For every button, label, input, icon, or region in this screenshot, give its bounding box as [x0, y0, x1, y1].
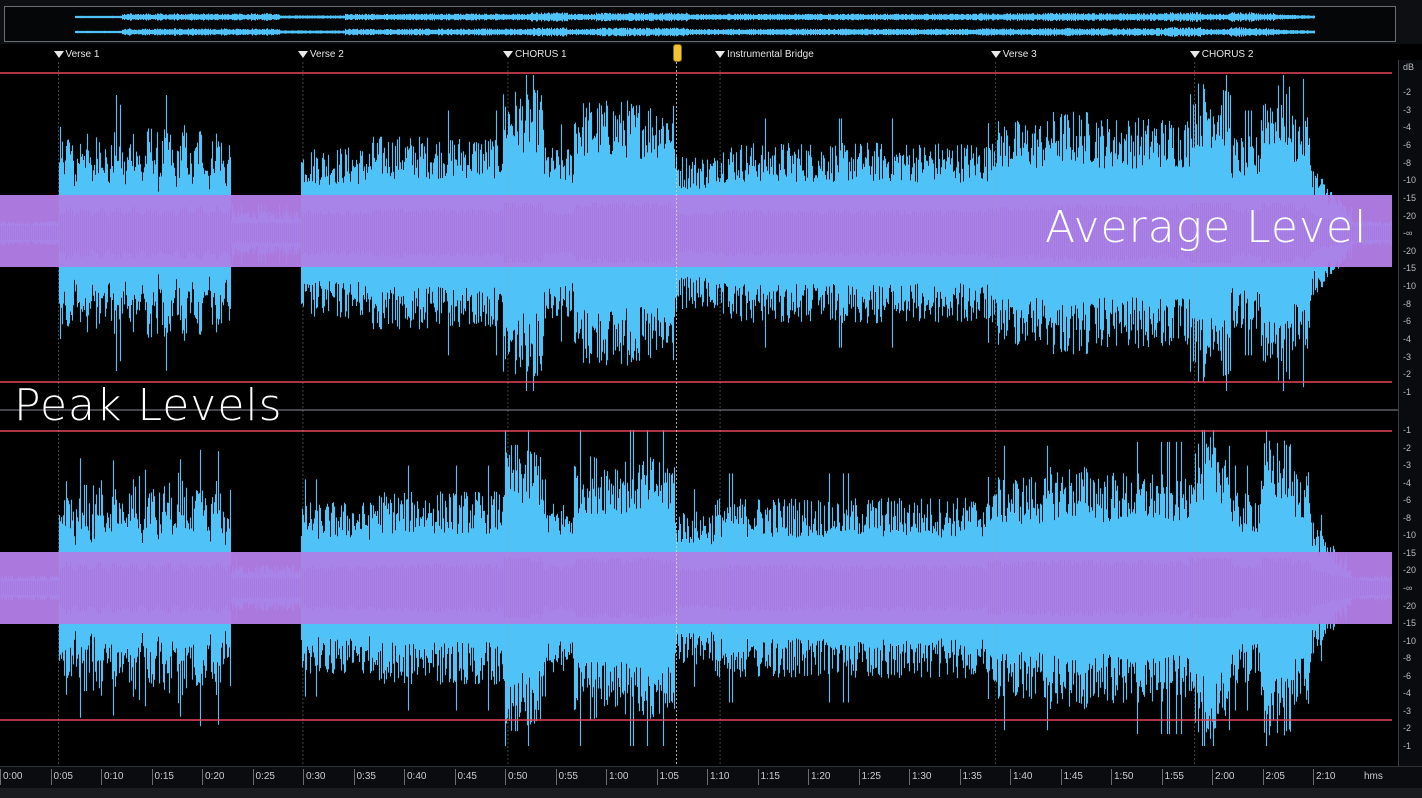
- waveform-editor[interactable]: Verse 1 Verse 2 CHORUS 1 Instrumental Bridg…: [0, 0, 1422, 798]
- time-tick-label: 1:20: [808, 769, 830, 785]
- time-tick-label: 0:45: [454, 769, 477, 785]
- db-tick-label: -20: [1403, 565, 1417, 576]
- db-tick-label: -2: [1403, 442, 1412, 453]
- db-tick-label: -6: [1403, 670, 1412, 681]
- time-tick-label: 1:15: [757, 769, 780, 785]
- db-tick-label: -10: [1403, 530, 1417, 541]
- db-tick-label: -20: [1403, 245, 1417, 256]
- db-tick-label: -10: [1403, 281, 1417, 292]
- time-tick-label: 2:10: [1313, 769, 1335, 785]
- db-tick-label: -∞: [1403, 583, 1413, 593]
- db-tick-label: -3: [1403, 351, 1412, 362]
- db-tick-label: -6: [1403, 495, 1412, 506]
- time-tick-label: 1:50: [1111, 769, 1133, 785]
- db-tick-label: -4: [1403, 122, 1412, 133]
- time-tick-label: 1:40: [1010, 769, 1032, 785]
- db-tick-label: -10: [1403, 175, 1417, 186]
- time-tick-label: 0:00: [0, 769, 22, 785]
- time-tick-label: 0:30: [303, 769, 325, 785]
- db-tick-label: -3: [1403, 104, 1412, 115]
- time-tick-label: 1:35: [959, 769, 982, 785]
- time-tick-label: 0:55: [555, 769, 578, 785]
- db-tick-label: -15: [1403, 192, 1417, 203]
- db-tick-label: -8: [1403, 653, 1412, 664]
- time-tick-label: 1:00: [606, 769, 628, 785]
- db-tick-label: -∞: [1403, 228, 1413, 239]
- time-tick-label: 0:35: [353, 769, 376, 785]
- db-tick-label: -8: [1403, 298, 1412, 309]
- db-tick-label: -3: [1403, 460, 1412, 471]
- status-strip: [0, 788, 1422, 798]
- db-tick-label: -6: [1403, 316, 1412, 327]
- db-tick-label: -4: [1403, 477, 1412, 488]
- time-tick-label: 2:00: [1212, 769, 1234, 785]
- time-tick-label: 1:10: [707, 769, 729, 785]
- peak-levels-annotation: Peak Levels: [14, 380, 283, 431]
- time-tick-label: 1:55: [1161, 769, 1184, 785]
- db-tick-label: -1: [1403, 741, 1412, 751]
- db-tick-label: -4: [1403, 688, 1412, 699]
- db-scale: dB -2 -3 -4 -6 -8 -10 -15 -20 -∞ -20 -15 -10 -8 -6 -4 -…: [1398, 60, 1422, 768]
- db-unit-label: dB: [1403, 62, 1415, 72]
- time-tick-label: 1:45: [1060, 769, 1083, 785]
- time-tick-label: 1:25: [858, 769, 881, 785]
- db-tick-label: -10: [1403, 635, 1417, 646]
- time-tick-label: 0:05: [50, 769, 73, 785]
- time-tick-label: 0:50: [505, 769, 527, 785]
- time-ruler[interactable]: 0:00 0:05 0:10 0:15 0:20 0:25 0:30 0:35 0:40 0:45…: [0, 766, 1422, 789]
- time-tick-label: 2:05: [1262, 769, 1285, 785]
- time-unit-label: hms: [1364, 771, 1383, 782]
- playhead-handle[interactable]: [672, 44, 682, 62]
- db-tick-label: -15: [1403, 263, 1417, 274]
- average-level-annotation: Average Level: [1045, 202, 1368, 253]
- time-tick-label: 1:05: [656, 769, 679, 785]
- time-tick-label: 0:15: [151, 769, 174, 785]
- db-tick-label: -2: [1403, 723, 1412, 734]
- db-tick-label: -20: [1403, 600, 1417, 611]
- db-tick-label: -15: [1403, 618, 1417, 629]
- db-tick-label: -15: [1403, 547, 1417, 558]
- db-tick-label: -3: [1403, 705, 1412, 716]
- time-tick-label: 1:30: [909, 769, 931, 785]
- time-tick-label: 0:40: [404, 769, 426, 785]
- db-tick-label: -6: [1403, 139, 1412, 150]
- db-tick-label: -2: [1403, 369, 1412, 380]
- db-tick-label: -1: [1403, 425, 1412, 435]
- db-tick-label: -1: [1403, 387, 1412, 397]
- db-tick-label: -8: [1403, 157, 1412, 168]
- db-tick-label: -4: [1403, 334, 1412, 345]
- db-tick-label: -8: [1403, 512, 1412, 523]
- db-tick-label: -2: [1403, 87, 1412, 97]
- time-tick-label: 0:10: [101, 769, 123, 785]
- time-tick-label: 0:25: [252, 769, 275, 785]
- time-tick-label: 0:20: [202, 769, 224, 785]
- db-tick-label: -20: [1403, 210, 1417, 221]
